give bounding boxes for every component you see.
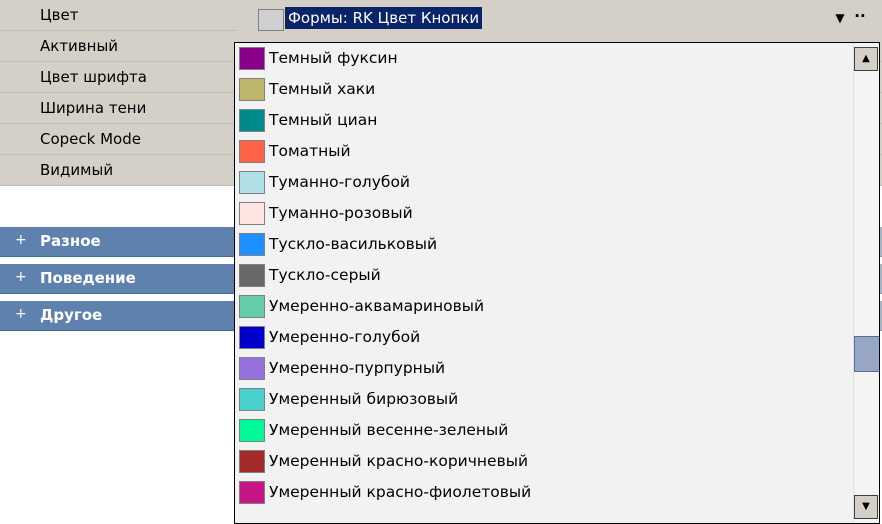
color-label: Умеренно-голубой	[269, 328, 421, 346]
color-swatch	[239, 171, 265, 194]
scroll-down-icon[interactable]: ▼	[854, 495, 878, 519]
color-label: Темный хаки	[269, 80, 376, 98]
property-name[interactable]: Цвет	[0, 0, 236, 31]
group-label: Другое	[40, 306, 103, 324]
color-swatch	[239, 481, 265, 504]
color-label: Туманно-голубой	[269, 173, 410, 191]
color-list-item[interactable]: Умеренно-голубой	[235, 322, 852, 353]
expand-icon[interactable]: +	[15, 233, 27, 247]
value-color-swatch	[258, 9, 284, 31]
color-swatch	[239, 109, 265, 132]
color-list-item[interactable]: Тускло-васильковый	[235, 229, 852, 260]
color-swatch	[239, 419, 265, 442]
group-label: Разное	[40, 232, 101, 250]
color-list-item[interactable]: Туманно-голубой	[235, 167, 852, 198]
color-swatch	[239, 202, 265, 225]
group-row-behavior[interactable]: + Поведение	[0, 264, 236, 294]
expand-icon[interactable]: +	[15, 307, 27, 321]
color-list-item[interactable]: Туманно-розовый	[235, 198, 852, 229]
color-dropdown-list[interactable]: Темный фуксин Темный хаки Темный циан То…	[234, 42, 880, 524]
color-label: Умеренный весенне-зеленый	[269, 421, 509, 439]
value-text[interactable]: Формы: RK Цвет Кнопки	[285, 7, 483, 29]
color-swatch	[239, 388, 265, 411]
color-label: Умеренно-аквамариновый	[269, 297, 485, 315]
property-name[interactable]: Активный	[0, 31, 236, 62]
group-row-misc[interactable]: + Разное	[0, 227, 236, 257]
color-list-item[interactable]: Умеренный весенне-зеленый	[235, 415, 852, 446]
scroll-up-icon[interactable]: ▲	[854, 47, 878, 71]
color-label: Темный фуксин	[269, 49, 398, 67]
property-name[interactable]: Видимый	[0, 155, 236, 186]
property-name[interactable]: Цвет шрифта	[0, 62, 236, 93]
color-list-item[interactable]: Умеренный красно-фиолетовый	[235, 477, 852, 508]
color-list-item[interactable]: Темный хаки	[235, 74, 852, 105]
color-label: Тускло-серый	[269, 266, 381, 284]
ellipsis-button[interactable]: ··	[852, 7, 868, 27]
color-swatch	[239, 450, 265, 473]
color-label: Умеренный красно-коричневый	[269, 452, 529, 470]
color-list-item[interactable]: Тускло-серый	[235, 260, 852, 291]
color-label: Умеренный красно-фиолетовый	[269, 483, 532, 501]
property-name[interactable]: Copeck Mode	[0, 124, 236, 155]
color-swatch	[239, 233, 265, 256]
color-list-item[interactable]: Томатный	[235, 136, 852, 167]
group-row-other[interactable]: + Другое	[0, 301, 236, 331]
color-swatch	[239, 357, 265, 380]
color-swatch	[239, 47, 265, 70]
scroll-thumb[interactable]	[854, 336, 879, 372]
color-swatch	[239, 78, 265, 101]
color-label: Томатный	[269, 142, 351, 160]
color-value-editor[interactable]: Формы: RK Цвет Кнопки ▼ ··	[236, 1, 882, 33]
color-label: Умеренный бирюзовый	[269, 390, 459, 408]
color-swatch	[239, 326, 265, 349]
color-list-item[interactable]: Умеренный бирюзовый	[235, 384, 852, 415]
color-label: Темный циан	[269, 111, 378, 129]
color-swatch	[239, 140, 265, 163]
color-swatch	[239, 264, 265, 287]
color-label: Тускло-васильковый	[269, 235, 438, 253]
property-name[interactable]: Ширина тени	[0, 93, 236, 124]
vertical-scrollbar[interactable]: ▲ ▼	[853, 43, 879, 523]
color-label: Умеренно-пурпурный	[269, 359, 446, 377]
color-label: Туманно-розовый	[269, 204, 413, 222]
color-list-item[interactable]: Умеренно-аквамариновый	[235, 291, 852, 322]
color-list-item[interactable]: Темный циан	[235, 105, 852, 136]
expand-icon[interactable]: +	[15, 270, 27, 284]
color-list-item[interactable]: Умеренно-пурпурный	[235, 353, 852, 384]
color-swatch	[239, 295, 265, 318]
color-list-item[interactable]: Темный фуксин	[235, 43, 852, 74]
dropdown-arrow-icon[interactable]: ▼	[833, 10, 847, 26]
color-list-item[interactable]: Умеренный красно-коричневый	[235, 446, 852, 477]
group-label: Поведение	[40, 269, 136, 287]
